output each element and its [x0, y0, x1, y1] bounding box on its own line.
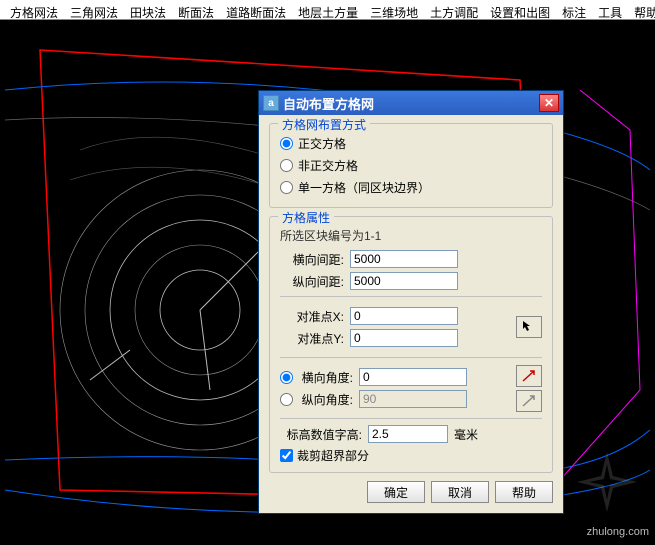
input-vangle	[359, 390, 467, 408]
group-grid-props: 方格属性 所选区块编号为1-1 横向间距: 纵向间距: 对准点X: 对准	[269, 216, 553, 473]
menu-item[interactable]: 标注	[556, 2, 592, 17]
menu-item[interactable]: 帮助	[628, 2, 655, 17]
close-icon[interactable]: ✕	[539, 94, 559, 112]
unit-label: 毫米	[454, 426, 478, 443]
menu-item[interactable]: 道路断面法	[220, 2, 292, 17]
radio-label: 正交方格	[298, 135, 346, 152]
cancel-button[interactable]: 取消	[431, 481, 489, 503]
ok-button[interactable]: 确定	[367, 481, 425, 503]
menu-item[interactable]: 三维场地	[364, 2, 424, 17]
block-info: 所选区块编号为1-1	[280, 227, 542, 244]
radio-hangle[interactable]	[280, 371, 293, 384]
dialog-auto-grid: a 自动布置方格网 ✕ 方格网布置方式 正交方格 非正交方格 单一方格（同区块边…	[258, 90, 564, 514]
arrow-icon	[522, 369, 536, 383]
menubar: 方格网法 三角网法 田块法 断面法 道路断面法 地层土方量 三维场地 土方调配 …	[0, 0, 655, 20]
label-hangle: 横向角度:	[297, 369, 353, 386]
group-title: 方格属性	[278, 209, 334, 226]
input-vspacing[interactable]	[350, 272, 458, 290]
label-align-x: 对准点X:	[280, 308, 344, 325]
radio-nonorthogonal[interactable]	[280, 159, 293, 172]
group-layout-mode: 方格网布置方式 正交方格 非正交方格 单一方格（同区块边界）	[269, 123, 553, 208]
cursor-icon	[522, 320, 536, 334]
watermark-text: zhulong.com	[587, 526, 649, 538]
input-align-y[interactable]	[350, 329, 458, 347]
pick-point-button[interactable]	[516, 316, 542, 338]
radio-single[interactable]	[280, 181, 293, 194]
checkbox-clip[interactable]	[280, 449, 293, 462]
radio-label: 单一方格（同区块边界）	[298, 179, 430, 196]
label-text-height: 标高数值字高:	[280, 426, 362, 443]
menu-item[interactable]: 工具	[592, 2, 628, 17]
watermark-star-icon	[577, 452, 637, 512]
group-title: 方格网布置方式	[278, 116, 370, 133]
label-vangle: 纵向角度:	[297, 391, 353, 408]
menu-item[interactable]: 土方调配	[424, 2, 484, 17]
checkbox-label: 裁剪超界部分	[297, 447, 369, 464]
arrow-icon	[522, 394, 536, 408]
pick-vangle-button[interactable]	[516, 390, 542, 412]
label-vspacing: 纵向间距:	[280, 273, 344, 290]
menu-item[interactable]: 断面法	[172, 2, 220, 17]
input-hspacing[interactable]	[350, 250, 458, 268]
input-align-x[interactable]	[350, 307, 458, 325]
app-icon: a	[263, 95, 279, 111]
radio-label: 非正交方格	[298, 157, 358, 174]
titlebar[interactable]: a 自动布置方格网 ✕	[259, 91, 563, 115]
menu-item[interactable]: 田块法	[124, 2, 172, 17]
menu-item[interactable]: 地层土方量	[292, 2, 364, 17]
label-align-y: 对准点Y:	[280, 330, 344, 347]
input-text-height[interactable]	[368, 425, 448, 443]
radio-orthogonal[interactable]	[280, 137, 293, 150]
label-hspacing: 横向间距:	[280, 251, 344, 268]
menu-item[interactable]: 三角网法	[64, 2, 124, 17]
input-hangle[interactable]	[359, 368, 467, 386]
radio-vangle[interactable]	[280, 393, 293, 406]
dialog-title: 自动布置方格网	[283, 94, 539, 113]
menu-item[interactable]: 设置和出图	[484, 2, 556, 17]
menu-item[interactable]: 方格网法	[4, 2, 64, 17]
pick-hangle-button[interactable]	[516, 365, 542, 387]
help-button[interactable]: 帮助	[495, 481, 553, 503]
